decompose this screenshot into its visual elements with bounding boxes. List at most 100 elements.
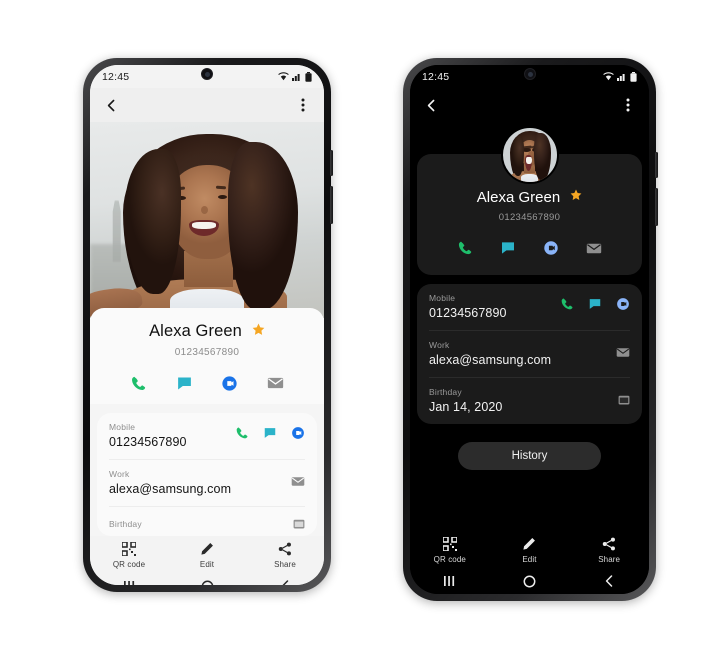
- bottom-toolbar-dark: QR code Edit Share: [410, 531, 649, 568]
- edit-button[interactable]: Edit: [168, 542, 245, 569]
- mail-icon[interactable]: [616, 345, 630, 363]
- status-icons: [603, 71, 637, 82]
- phone-light-theme: 12:45 Alexa Green 01234567890 Mobile 012…: [83, 58, 333, 592]
- home-circle-icon[interactable]: [192, 576, 222, 585]
- detail-value: 01234567890: [429, 306, 507, 320]
- detail-label: Work: [109, 469, 130, 479]
- message-icon[interactable]: [263, 426, 277, 445]
- share-button[interactable]: Share: [570, 537, 649, 564]
- qr-code-label: QR code: [433, 555, 466, 564]
- nav-bar-dark: [410, 568, 649, 594]
- front-camera-icon: [201, 68, 213, 80]
- front-camera-icon: [523, 68, 536, 80]
- phone-icon[interactable]: [560, 297, 574, 316]
- message-icon[interactable]: [588, 297, 602, 316]
- nav-bar-light: [90, 573, 324, 585]
- qr-code-button[interactable]: QR code: [410, 537, 489, 564]
- share-label: Share: [598, 555, 621, 564]
- pencil-icon: [201, 543, 213, 555]
- detail-row-actions: [235, 426, 305, 445]
- screen-dark: 12:45 Alexa Green 01234567890 Mobile 012…: [410, 65, 649, 594]
- detail-label: Mobile: [109, 422, 136, 432]
- detail-row-mobile[interactable]: Mobile 01234567890: [109, 413, 305, 460]
- detail-row-work[interactable]: Work alexa@samsung.com: [429, 331, 630, 378]
- mail-action[interactable]: [583, 237, 605, 259]
- more-options-icon[interactable]: [618, 95, 638, 115]
- detail-value: alexa@samsung.com: [109, 482, 232, 496]
- screen-light: 12:45 Alexa Green 01234567890 Mobile 012…: [90, 65, 324, 585]
- duo-video-icon[interactable]: [540, 237, 562, 259]
- wifi-icon: [278, 72, 289, 81]
- detail-row-birthday[interactable]: Birthday Jan 14, 2020: [429, 378, 630, 424]
- status-bar-dark: 12:45: [410, 65, 649, 88]
- qr-code-label: QR code: [112, 560, 146, 569]
- detail-row-actions: [616, 345, 630, 363]
- qr-code-icon: [442, 537, 457, 551]
- star-icon[interactable]: [252, 323, 265, 341]
- quick-actions-dark: [417, 223, 642, 261]
- edit-label: Edit: [522, 555, 537, 564]
- edit-button[interactable]: Edit: [490, 537, 569, 564]
- side-button-volume[interactable]: [655, 152, 658, 178]
- more-options-icon[interactable]: [293, 95, 313, 115]
- detail-row-work[interactable]: Work alexa@samsung.com: [109, 460, 305, 507]
- back-chevron-icon[interactable]: [594, 571, 624, 591]
- contact-number: 01234567890: [174, 347, 240, 358]
- star-icon[interactable]: [570, 188, 582, 206]
- call-action[interactable]: [454, 237, 476, 259]
- contact-summary-light: Alexa Green 01234567890: [90, 308, 324, 404]
- message-action[interactable]: [497, 237, 519, 259]
- duo-video-icon[interactable]: [219, 372, 241, 394]
- detail-row-actions: [291, 474, 305, 492]
- contact-number: 01234567890: [498, 212, 561, 223]
- detail-value: Jan 14, 2020: [429, 400, 503, 414]
- history-button-wrap: History: [410, 442, 649, 470]
- back-chevron-icon[interactable]: [270, 576, 300, 585]
- detail-label: Work: [429, 340, 450, 350]
- wifi-icon: [603, 72, 614, 81]
- recents-icon[interactable]: [435, 571, 465, 591]
- detail-row-actions: [560, 297, 630, 316]
- home-circle-icon[interactable]: [514, 571, 544, 591]
- history-button[interactable]: History: [457, 442, 602, 470]
- detail-row-birthday[interactable]: Birthday: [109, 507, 305, 536]
- battery-icon: [630, 71, 637, 82]
- avatar[interactable]: [500, 126, 559, 184]
- share-icon: [278, 542, 291, 556]
- call-action[interactable]: [128, 372, 150, 394]
- qr-code-button[interactable]: QR code: [90, 542, 167, 569]
- side-button-power[interactable]: [655, 188, 658, 226]
- status-time: 12:45: [422, 70, 450, 83]
- signal-icon: [617, 74, 625, 81]
- calendar-icon[interactable]: [618, 392, 630, 410]
- detail-label: Birthday: [109, 518, 142, 529]
- message-action[interactable]: [173, 372, 195, 394]
- mail-icon[interactable]: [291, 474, 305, 492]
- detail-row-mobile[interactable]: Mobile 01234567890: [429, 284, 630, 331]
- calendar-icon[interactable]: [293, 516, 305, 534]
- quick-actions-light: [90, 358, 324, 396]
- app-bar-light: [90, 88, 324, 122]
- duo-video-icon[interactable]: [291, 426, 305, 445]
- contact-name-row: Alexa Green: [90, 322, 324, 341]
- share-button[interactable]: Share: [246, 542, 323, 569]
- mail-action[interactable]: [264, 372, 286, 394]
- detail-label: Mobile: [429, 293, 456, 303]
- contact-avatar-wrap: [410, 126, 649, 184]
- phone-icon[interactable]: [235, 426, 249, 445]
- contact-name-row: Alexa Green: [417, 188, 642, 206]
- detail-row-actions: [293, 516, 305, 534]
- qr-code-icon: [122, 542, 136, 556]
- back-arrow-icon[interactable]: [421, 95, 441, 115]
- contact-hero-photo[interactable]: [90, 122, 324, 318]
- recents-icon[interactable]: [114, 576, 144, 585]
- edit-label: Edit: [199, 560, 215, 569]
- duo-video-icon[interactable]: [616, 297, 630, 316]
- contact-name: Alexa Green: [149, 322, 242, 340]
- side-button-volume[interactable]: [330, 150, 333, 176]
- back-arrow-icon[interactable]: [101, 95, 121, 115]
- side-button-power[interactable]: [330, 186, 333, 224]
- detail-value: 01234567890: [109, 435, 187, 449]
- contact-details-card-light: Mobile 01234567890 Work alexa@samsung.co…: [97, 413, 317, 536]
- status-icons: [278, 71, 312, 82]
